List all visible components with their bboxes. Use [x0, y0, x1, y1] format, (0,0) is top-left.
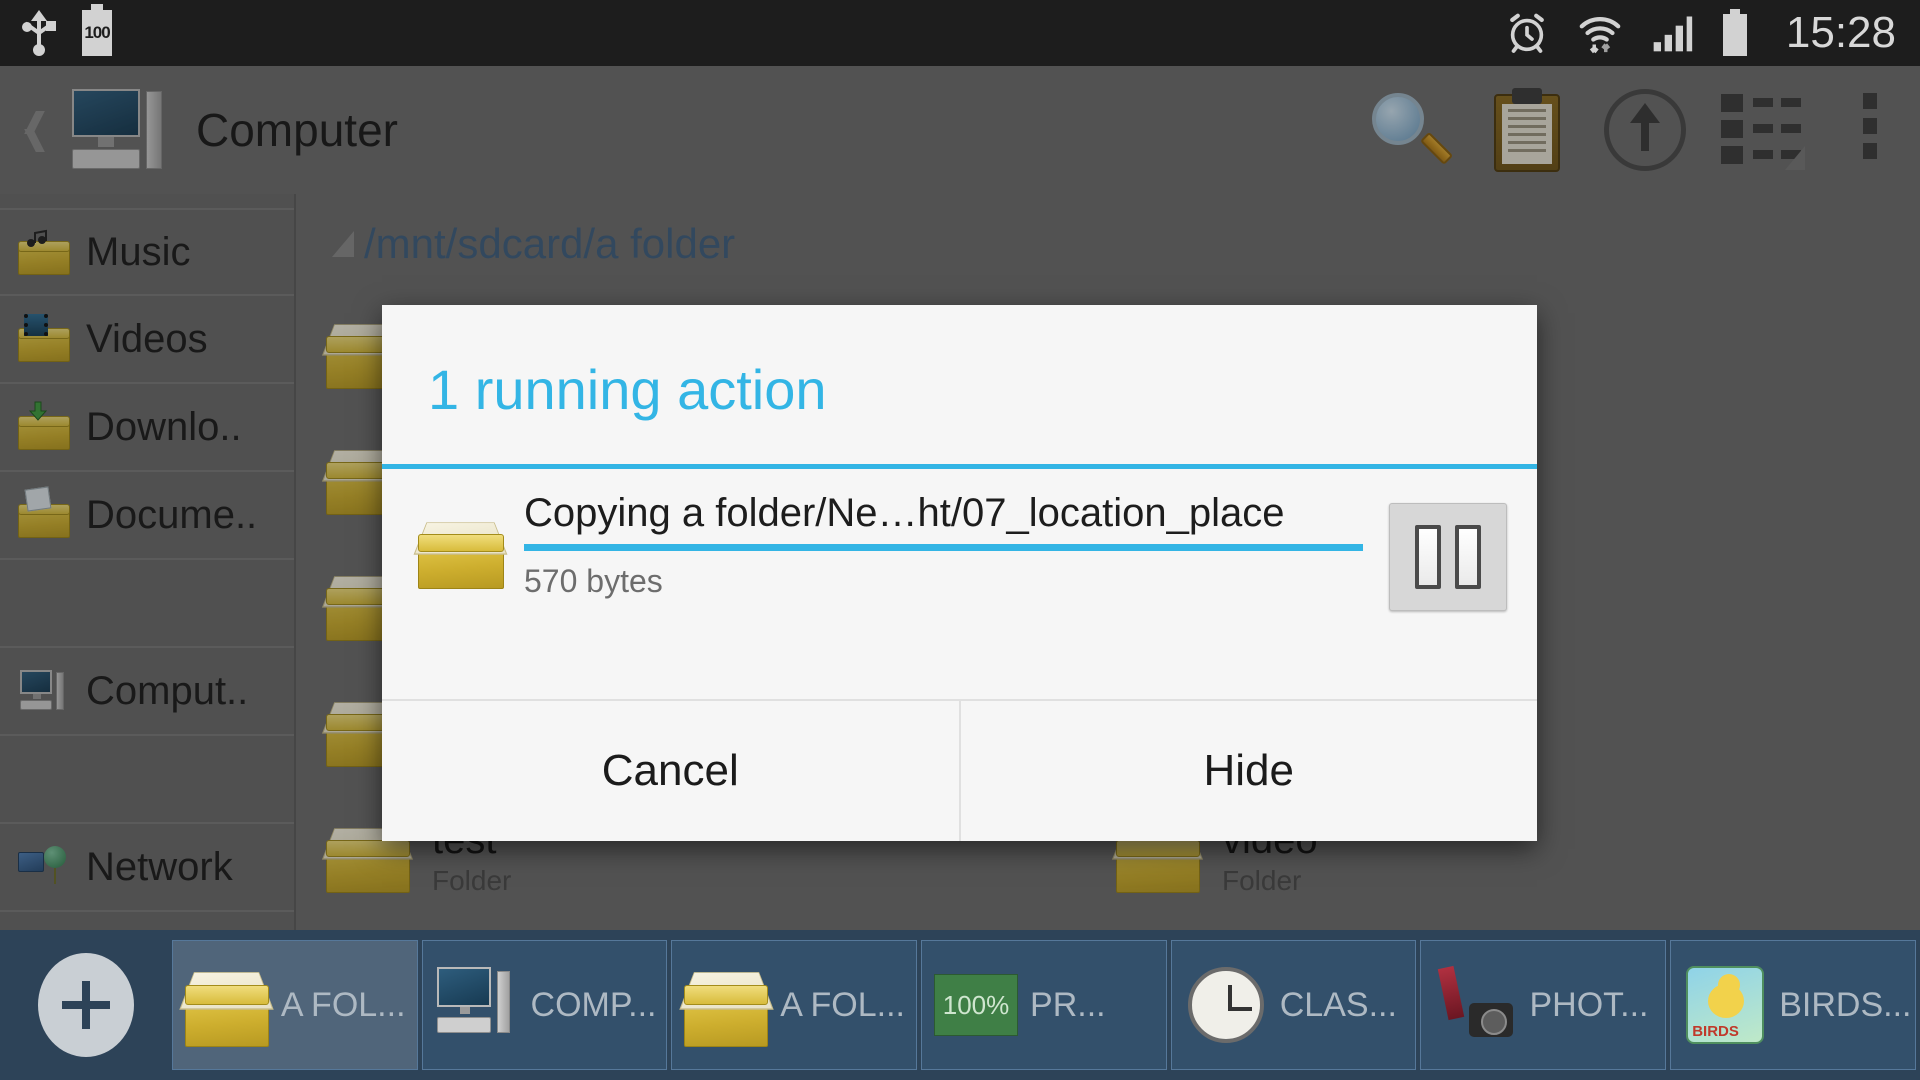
battery-status-icon: 100 [82, 4, 112, 56]
pause-button[interactable] [1389, 503, 1507, 611]
camera-icon [1433, 963, 1517, 1047]
folder-icon [413, 515, 509, 589]
progress-badge: 100% [934, 974, 1019, 1036]
taskbar-item-label: A FOL... [780, 985, 905, 1024]
taskbar-item-label: CLAS... [1279, 985, 1397, 1024]
taskbar-item-label: A FOL... [280, 985, 406, 1024]
taskbar-item-progress[interactable]: 100% PR... [921, 940, 1167, 1070]
folder-icon [179, 963, 274, 1047]
taskbar-item-label: PHOT... [1529, 985, 1649, 1024]
taskbar-item-clas[interactable]: CLAS... [1170, 940, 1417, 1070]
screen: 100 15:28 Computer Music Videos Downlo..… [0, 0, 1920, 1080]
taskbar-item-photo[interactable]: PHOT... [1420, 940, 1667, 1070]
status-bar-right: 15:28 [1504, 8, 1896, 58]
battery-level-text: 100 [84, 23, 110, 42]
battery-icon [1722, 9, 1747, 56]
taskbar-item-computer[interactable]: COMP... [421, 940, 668, 1070]
taskbar-item-label: PR... [1030, 985, 1106, 1024]
status-bar-left: 100 [22, 4, 112, 56]
alarm-clock-icon [1510, 13, 1544, 53]
running-action-dialog: 1 running action Copying a folder/Ne…ht/… [382, 305, 1537, 841]
progress-bar [524, 544, 1363, 551]
task-size: 570 bytes [524, 563, 663, 599]
progress-bar-fill [524, 544, 1363, 551]
taskbar-item-a-folder-1[interactable]: A FOL... [171, 940, 418, 1070]
pause-icon-bar-left [1415, 525, 1441, 589]
dialog-title: 1 running action [428, 358, 827, 421]
dialog-body: Copying a folder/Ne…ht/07_location_place… [382, 469, 1537, 611]
dialog-actions: Cancel Hide [382, 699, 1537, 841]
plus-icon [37, 953, 134, 1057]
taskbar: A FOL... COMP... A FOL... 100% PR... CLA… [0, 930, 1920, 1080]
percent-thumb-icon: 100% [934, 963, 1019, 1047]
cancel-button[interactable]: Cancel [382, 701, 959, 841]
task-progress-block: Copying a folder/Ne…ht/07_location_place… [524, 491, 1363, 600]
taskbar-item-label: BIRDS... [1779, 985, 1912, 1024]
hide-button[interactable]: Hide [958, 701, 1538, 841]
taskbar-item-label: COMP... [530, 985, 657, 1024]
task-title: Copying a folder/Ne…ht/07_location_place [524, 491, 1285, 535]
status-bar: 100 15:28 [0, 0, 1920, 66]
usb-icon [22, 10, 56, 56]
taskbar-item-a-folder-2[interactable]: A FOL... [671, 940, 918, 1070]
wifi-icon [1579, 17, 1621, 54]
status-bar-clock: 15:28 [1785, 8, 1896, 57]
taskbar-item-birds[interactable]: BIRDS BIRDS... [1670, 940, 1916, 1070]
birds-icon: BIRDS [1683, 963, 1767, 1047]
add-tab-button[interactable] [0, 953, 172, 1057]
watch-icon [1184, 963, 1268, 1047]
folder-icon [679, 963, 774, 1047]
cell-signal-icon [1653, 16, 1693, 52]
pause-icon-bar-right [1455, 525, 1481, 589]
computer-icon [435, 963, 519, 1047]
